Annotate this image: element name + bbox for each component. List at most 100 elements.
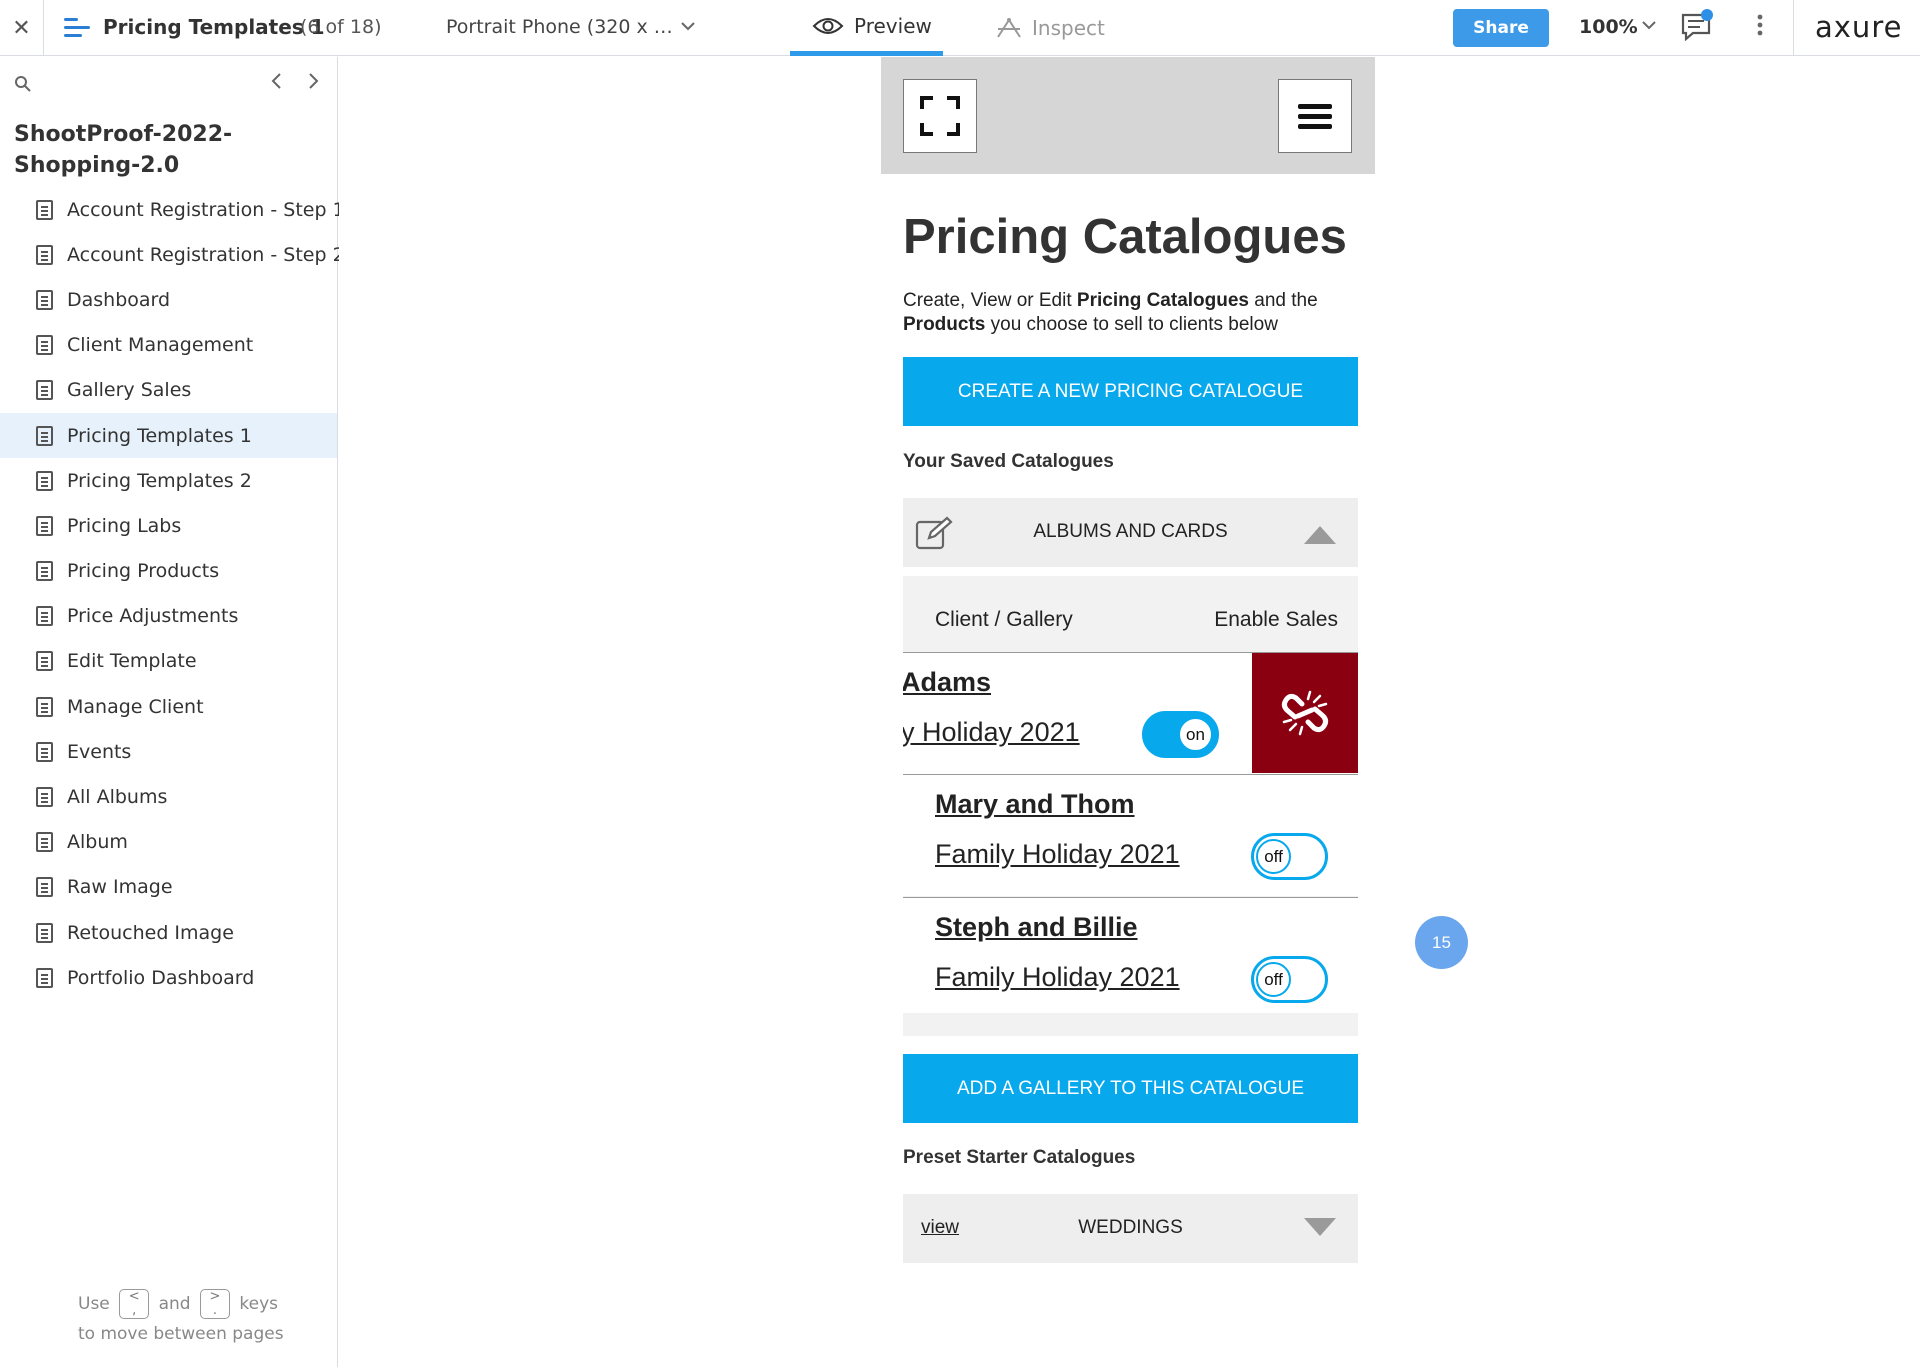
page-icon [36,199,53,220]
more-options-icon[interactable] [1757,14,1763,40]
hamburger-menu-icon[interactable] [1278,79,1352,153]
sidebar-item-page[interactable]: Pricing Templates 2 [0,458,337,503]
page-icon [36,289,53,310]
sidebar-item-page[interactable]: Manage Client [0,684,337,729]
zoom-select[interactable]: 100% [1579,16,1638,38]
page-icon [36,696,53,717]
sidebar-item-label: Account Registration - Step 2 [67,243,345,266]
unlink-button[interactable] [1252,653,1358,773]
share-button[interactable]: Share [1453,9,1549,47]
page-icon [36,561,53,582]
prototype-page: Pricing Catalogues Create, View or Edit … [881,57,1375,1367]
page-icon [36,651,53,672]
divider [1793,0,1794,56]
preset-catalogues-heading: Preset Starter Catalogues [903,1147,1136,1168]
saved-catalogues-heading: Your Saved Catalogues [903,451,1114,472]
sidebar-item-page[interactable]: Events [0,729,337,774]
sitemap-menu-icon[interactable] [64,16,90,40]
inspect-icon [997,18,1021,38]
annotation-badge[interactable]: 15 [1415,916,1468,969]
sidebar-item-label: Client Management [67,334,254,357]
hint-text: Use [78,1294,110,1314]
chevron-down-icon[interactable] [1641,17,1657,37]
weddings-accordion-header[interactable]: view WEDDINGS [903,1194,1358,1263]
enable-sales-toggle[interactable]: off [1251,956,1328,1003]
gallery-name-link[interactable]: Family Holiday 2021 [935,839,1180,870]
top-toolbar: ✕ Pricing Templates 1 (6 of 18) Portrait… [0,0,1920,56]
sidebar-item-label: Edit Template [67,650,197,673]
notification-dot [1701,9,1713,21]
gallery-name-link[interactable]: Family Holiday 2021 [935,962,1180,993]
project-name: ShootProof-2022-Shopping-2.0 [14,122,233,178]
expand-arrow-icon[interactable] [1304,1218,1336,1236]
sitemap-sidebar: ShootProof-2022-Shopping-2.0 Account Reg… [0,57,345,1367]
client-name-link[interactable]: Mary and Thom [935,789,1135,820]
table-row: Mary and Thom Family Holiday 2021 off [903,774,1358,896]
page-icon [36,832,53,853]
axure-logo: axure [1815,10,1903,44]
chevron-down-icon[interactable] [680,18,696,38]
search-icon[interactable] [14,75,32,93]
sidebar-item-page[interactable]: Price Adjustments [0,594,337,639]
page-icon [36,922,53,943]
enable-sales-toggle[interactable]: on [1142,711,1219,758]
sidebar-item-page[interactable]: Gallery Sales [0,368,337,413]
sidebar-item-label: Dashboard [67,288,171,311]
page-icon [36,244,53,265]
sidebar-item-page[interactable]: All Albums [0,774,337,819]
albums-accordion-header[interactable]: ALBUMS AND CARDS [903,498,1358,567]
previous-page-icon[interactable] [270,71,284,96]
page-icon [36,787,53,808]
client-name-link[interactable]: Steph and Billie [935,912,1138,943]
page-icon [36,425,53,446]
page-heading: Pricing Catalogues [903,210,1347,264]
catalogue-galleries-table: Client / Gallery Enable Sales Adams y Ho… [903,576,1358,1036]
sidebar-item-page[interactable]: Album [0,820,337,865]
sidebar-item-label: Raw Image [67,876,173,899]
hint-text: keys [239,1294,278,1314]
gallery-name-link[interactable]: y Holiday 2021 [903,717,1080,748]
sidebar-item-page[interactable]: Retouched Image [0,910,337,955]
add-gallery-button[interactable]: ADD A GALLERY TO THIS CATALOGUE [903,1054,1358,1123]
sidebar-item-page[interactable]: Dashboard [0,277,337,322]
toggle-knob: off [1256,839,1291,874]
tab-inspect[interactable]: Inspect [996,0,1105,56]
sidebar-item-label: All Albums [67,786,168,809]
toggle-knob: off [1256,962,1291,997]
sidebar-item-label: Account Registration - Step 1 [67,198,345,221]
sidebar-item-label: Pricing Templates 2 [67,469,252,492]
keyboard-hint: Use <, and >. keys to move between pages [78,1289,284,1349]
next-page-icon[interactable] [306,71,320,96]
sidebar-item-page[interactable]: Pricing Labs [0,503,337,548]
sidebar-item-page[interactable]: Edit Template [0,639,337,684]
close-icon[interactable]: ✕ [0,0,44,56]
page-icon [36,606,53,627]
sidebar-item-label: Pricing Labs [67,514,182,537]
table-row: Adams y Holiday 2021 on [903,652,1358,774]
fullscreen-icon[interactable] [903,79,977,153]
sidebar-item-page[interactable]: Account Registration - Step 1 [0,187,345,232]
column-header-client: Client / Gallery [935,608,1073,631]
sidebar-item-label: Manage Client [67,695,204,718]
sidebar-item-page[interactable]: Account Registration - Step 2 [0,232,345,277]
device-select[interactable]: Portrait Phone (320 x … [446,16,673,38]
client-name-link[interactable]: Adams [903,667,991,698]
sidebar-item-label: Price Adjustments [67,605,239,628]
sidebar-item-page[interactable]: Raw Image [0,865,337,910]
enable-sales-toggle[interactable]: off [1251,833,1328,880]
sidebar-item-page[interactable]: Pricing Products [0,549,337,594]
sidebar-item-page[interactable]: Pricing Templates 1 [0,412,337,459]
sidebar-item-label: Gallery Sales [67,379,192,402]
tab-inspect-label: Inspect [1032,16,1105,40]
hint-text: and [158,1294,191,1314]
sidebar-item-label: Album [67,831,128,854]
page-icon [36,380,53,401]
broken-link-icon [1281,690,1329,736]
create-catalogue-button[interactable]: CREATE A NEW PRICING CATALOGUE [903,357,1358,426]
sidebar-item-page[interactable]: Client Management [0,323,337,368]
tab-preview[interactable]: Preview [790,0,943,56]
page-icon [36,967,53,988]
sidebar-item-label: Retouched Image [67,921,234,944]
sidebar-item-page[interactable]: Portfolio Dashboard [0,955,337,1000]
collapse-arrow-icon[interactable] [1304,526,1336,544]
